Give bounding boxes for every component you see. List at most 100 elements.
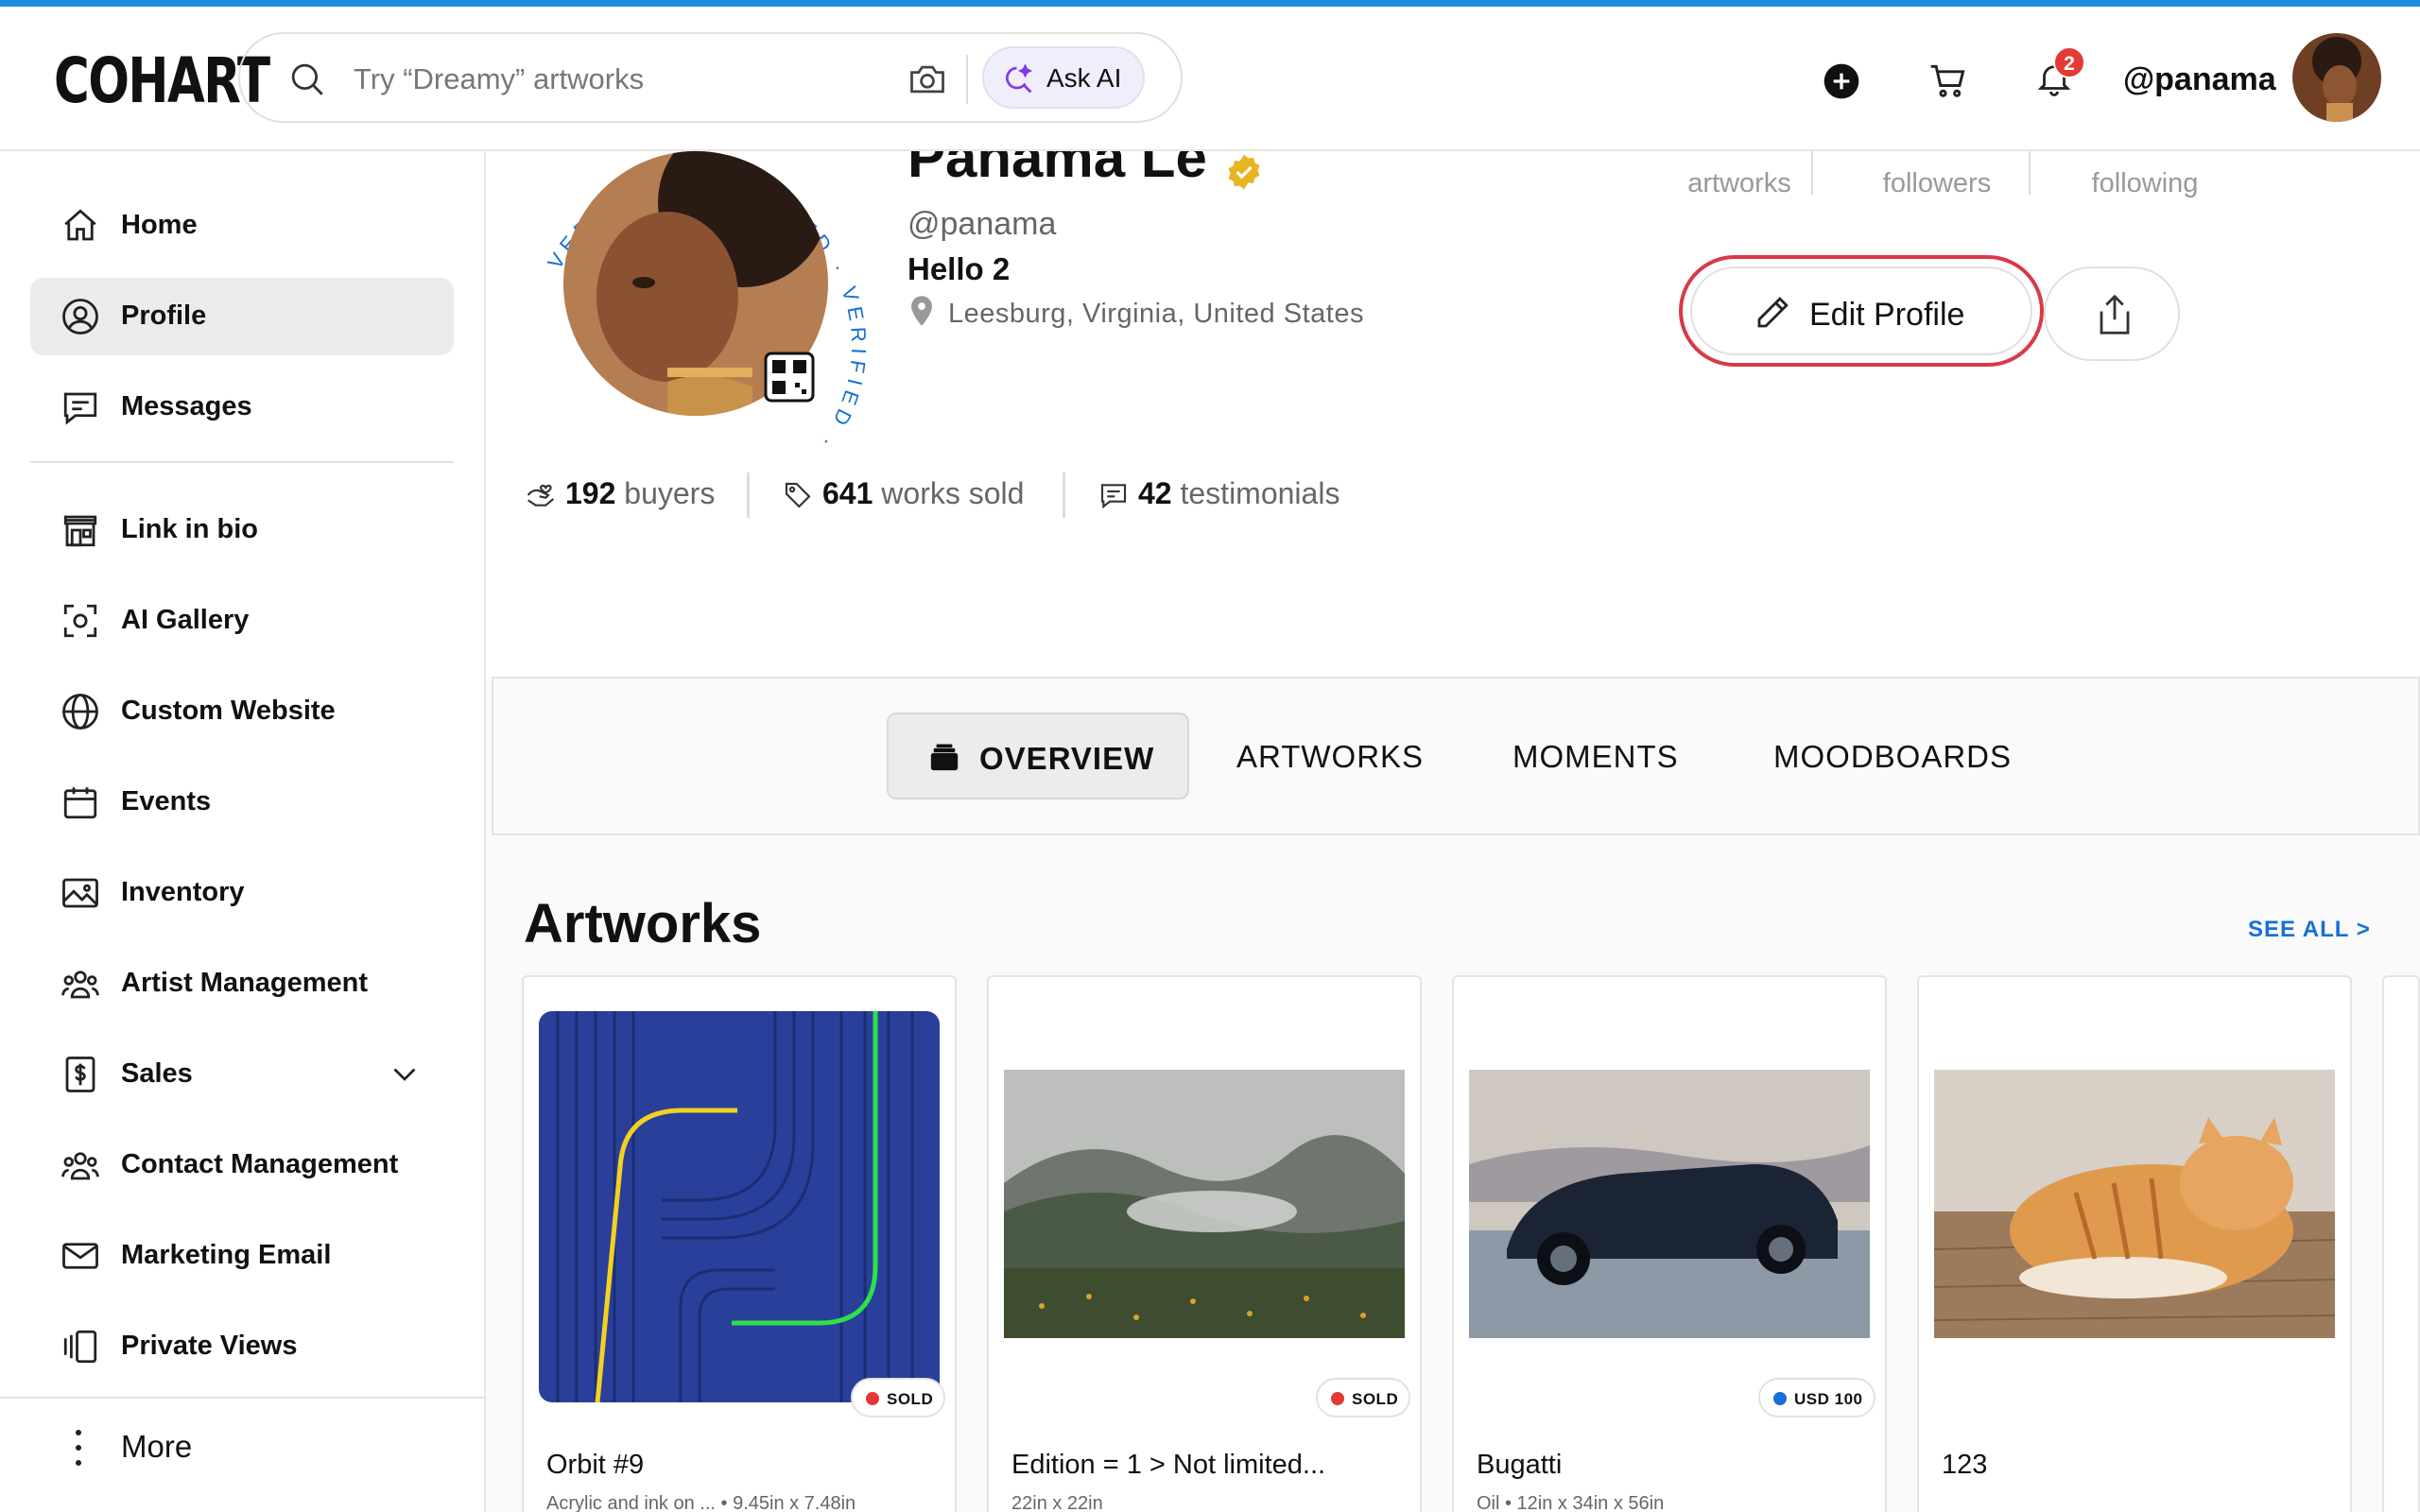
status-badge: SOLD	[851, 1378, 945, 1418]
sidebar-item-label: Inventory	[121, 877, 245, 907]
artwork-meta: 22in x 22in	[1011, 1493, 1103, 1512]
users-icon	[61, 971, 99, 999]
sidebar-item-ai-gallery[interactable]: AI Gallery	[30, 582, 454, 660]
private-views-icon	[63, 1330, 97, 1364]
share-button[interactable]	[2044, 266, 2180, 361]
sidebar-item-label: Contact Management	[121, 1149, 399, 1179]
artwork-title: 123	[1942, 1450, 1988, 1480]
tab-label: MOODBOARDS	[1773, 739, 2013, 774]
sidebar-item-label: Profile	[121, 301, 207, 331]
notification-count-badge: 2	[2053, 46, 2085, 78]
artwork-card[interactable]: 123	[1917, 975, 2352, 1512]
cart-icon[interactable]	[1927, 60, 1970, 101]
edit-profile-label: Edit Profile	[1809, 297, 1965, 333]
artwork-title: Bugatti	[1477, 1450, 1563, 1480]
sidebar-more-button[interactable]: More	[30, 1408, 454, 1487]
stat-artworks[interactable]: artworks	[1673, 168, 1806, 199]
search-divider	[966, 55, 968, 104]
artwork-meta: Acrylic and ink on ... • 9.45in x 7.48in	[546, 1493, 856, 1512]
artwork-image	[1934, 1070, 2335, 1338]
artwork-card[interactable]: SOLD Edition = 1 > Not limited... 22in x…	[987, 975, 1422, 1512]
top-progress-bar	[0, 0, 2420, 7]
tab-moments[interactable]: MOMENTS	[1512, 713, 1702, 799]
user-circle-icon	[62, 299, 98, 335]
sidebar-item-label: AI Gallery	[121, 605, 250, 635]
sidebar-item-custom-website[interactable]: Custom Website	[30, 673, 454, 750]
tab-artworks[interactable]: ARTWORKS	[1236, 713, 1426, 799]
artwork-image	[1469, 1070, 1870, 1338]
status-badge: SOLD	[1316, 1378, 1410, 1418]
artwork-title: Edition = 1 > Not limited...	[1011, 1450, 1326, 1480]
search-icon	[291, 63, 323, 95]
sidebar-item-contact-management[interactable]: Contact Management	[30, 1126, 454, 1204]
artworks-section-title: Artworks	[524, 893, 762, 954]
sidebar-item-home[interactable]: Home	[30, 187, 454, 265]
sidebar-item-label: Messages	[121, 391, 252, 421]
sidebar-item-label: Custom Website	[121, 696, 336, 726]
sidebar-item-label: Private Views	[121, 1331, 298, 1361]
artwork-image	[539, 1011, 940, 1402]
scan-face-icon	[63, 604, 97, 638]
profile-header: VERIFIED · VERIFIED · VERIFIED · Panama …	[486, 151, 2420, 677]
sidebar-item-label: Home	[121, 210, 198, 240]
chevron-down-icon[interactable]	[388, 1057, 422, 1091]
sidebar-item-inventory[interactable]: Inventory	[30, 854, 454, 932]
sidebar-item-messages[interactable]: Messages	[30, 369, 454, 446]
sidebar-item-private-views[interactable]: Private Views	[30, 1308, 454, 1385]
artwork-card[interactable]: SOLD Orbit #9 Acrylic and ink on ... • 9…	[522, 975, 957, 1512]
sidebar-item-artist-management[interactable]: Artist Management	[30, 945, 454, 1022]
see-all-link[interactable]: SEE ALL >	[2248, 917, 2371, 943]
sidebar-item-label: Artist Management	[121, 968, 369, 998]
artwork-card-partial[interactable]	[2382, 975, 2420, 1512]
tab-label: OVERVIEW	[979, 741, 1155, 776]
stat-following[interactable]: following	[2074, 168, 2216, 199]
hand-heart-icon	[527, 484, 555, 507]
profile-avatar[interactable]: VERIFIED · VERIFIED · VERIFIED ·	[526, 151, 866, 457]
metric-divider	[1063, 472, 1065, 518]
profile-location: Leesburg, Virginia, United States	[948, 299, 1364, 329]
header-username[interactable]: @panama	[2123, 61, 2276, 98]
sidebar-item-profile[interactable]: Profile	[30, 278, 454, 355]
sidebar-divider	[30, 461, 454, 463]
mail-icon	[62, 1243, 98, 1269]
search-input[interactable]	[354, 53, 883, 106]
globe-icon	[62, 694, 98, 730]
calendar-icon	[63, 787, 97, 819]
ask-ai-label: Ask AI	[1046, 63, 1122, 93]
message-icon	[63, 392, 97, 425]
share-icon	[2100, 294, 2130, 335]
sidebar-item-label: Events	[121, 786, 212, 816]
more-vertical-icon	[76, 1430, 81, 1466]
header-avatar[interactable]	[2292, 33, 2381, 122]
stat-followers[interactable]: followers	[1866, 168, 2008, 199]
image-icon	[62, 878, 98, 908]
edit-profile-button[interactable]: Edit Profile	[1679, 255, 2044, 367]
ask-ai-button[interactable]: Ask AI	[982, 46, 1145, 109]
sidebar-item-marketing-email[interactable]: Marketing Email	[30, 1217, 454, 1295]
verified-badge-icon	[1228, 154, 1260, 190]
profile-bio: Hello 2	[908, 251, 1011, 286]
tab-overview[interactable]: OVERVIEW	[887, 713, 1189, 799]
artwork-card[interactable]: USD 100 Bugatti Oil • 12in x 34in x 56in	[1452, 975, 1887, 1512]
add-plus-icon[interactable]	[1823, 62, 1860, 100]
sparkle-search-icon	[1006, 63, 1033, 94]
message-icon	[1100, 484, 1127, 509]
sidebar-item-events[interactable]: Events	[30, 764, 454, 841]
overview-stack-icon	[930, 744, 959, 771]
sidebar-item-sales[interactable]: Sales	[30, 1036, 454, 1113]
profile-tabs: OVERVIEW ARTWORKS MOMENTS MOODBOARDS	[492, 677, 2420, 835]
sidebar: Home Profile Messages Link in bio AI Gal…	[0, 151, 486, 1512]
metric-divider	[747, 472, 750, 518]
pencil-icon	[1757, 297, 1789, 328]
camera-icon[interactable]	[906, 59, 949, 100]
main-content: VERIFIED · VERIFIED · VERIFIED · Panama …	[486, 151, 2420, 1512]
artwork-meta: Oil • 12in x 34in x 56in	[1477, 1493, 1665, 1512]
tab-moodboards[interactable]: MOODBOARDS	[1773, 713, 2019, 799]
sidebar-divider	[0, 1397, 484, 1399]
sidebar-item-label: Marketing Email	[121, 1240, 332, 1270]
artwork-image	[1004, 1070, 1405, 1338]
qr-code-icon[interactable]	[764, 352, 815, 403]
search-bar[interactable]: Ask AI	[238, 32, 1183, 123]
cohart-logo[interactable]: COHART	[54, 44, 270, 117]
sidebar-item-link-in-bio[interactable]: Link in bio	[30, 491, 454, 569]
